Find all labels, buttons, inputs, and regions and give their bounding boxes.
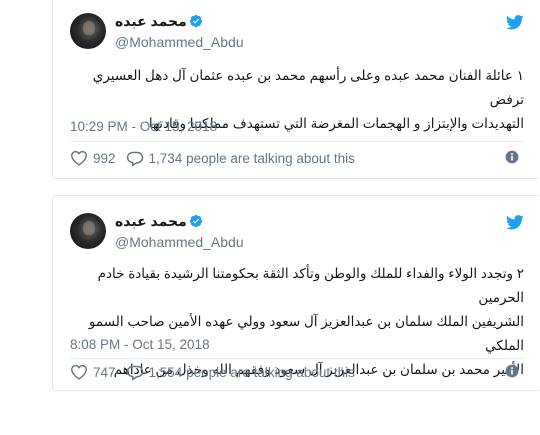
author-name[interactable]: محمد عبده xyxy=(115,13,187,30)
reply-button[interactable]: 1,734 people are talking about this xyxy=(126,150,355,167)
twitter-bird-icon[interactable] xyxy=(506,215,524,230)
info-icon[interactable] xyxy=(505,150,519,164)
heart-icon xyxy=(70,364,88,380)
info-icon[interactable] xyxy=(505,364,519,378)
tweet-timestamp[interactable]: 8:08 PM - Oct 15, 2018 xyxy=(70,337,210,352)
divider xyxy=(70,358,524,359)
comment-icon xyxy=(126,365,143,381)
tweet-text-line: ١ عائلة الفنان محمد عبده وعلى رأسهم محمد… xyxy=(92,68,524,107)
verified-badge-icon xyxy=(189,14,203,28)
tweet-timestamp[interactable]: 10:29 PM - Oct 15, 2018 xyxy=(70,119,217,134)
avatar[interactable] xyxy=(70,213,106,249)
tweet-actions: 992 1,734 people are talking about this xyxy=(70,148,524,168)
tweet-card-2[interactable]: محمد عبده @Mohammed_Abdu ٢ وتجدد الولاء … xyxy=(52,195,538,391)
reply-button[interactable]: 1,554 people are talking about this xyxy=(126,364,355,381)
divider xyxy=(70,141,524,142)
author-handle[interactable]: @Mohammed_Abdu xyxy=(115,34,244,50)
tweet-card-1[interactable]: محمد عبده @Mohammed_Abdu ١ عائلة الفنان … xyxy=(52,0,538,179)
like-button[interactable]: 747 xyxy=(70,364,116,380)
author-name[interactable]: محمد عبده xyxy=(115,213,187,230)
tweet-text-line: ٢ وتجدد الولاء والفداء للملك والوطن وتأك… xyxy=(97,266,524,305)
like-button[interactable]: 992 xyxy=(70,150,116,166)
talking-count: 1,734 people are talking about this xyxy=(148,150,355,166)
talking-count: 1,554 people are talking about this xyxy=(148,364,355,380)
heart-icon xyxy=(70,150,88,166)
author-handle[interactable]: @Mohammed_Abdu xyxy=(115,234,244,250)
like-count: 992 xyxy=(93,150,116,166)
avatar[interactable] xyxy=(70,13,106,49)
like-count: 747 xyxy=(93,364,116,380)
tweet-actions: 747 1,554 people are talking about this xyxy=(70,362,524,382)
comment-icon xyxy=(126,151,143,167)
twitter-bird-icon[interactable] xyxy=(506,15,524,30)
verified-badge-icon xyxy=(189,214,203,228)
